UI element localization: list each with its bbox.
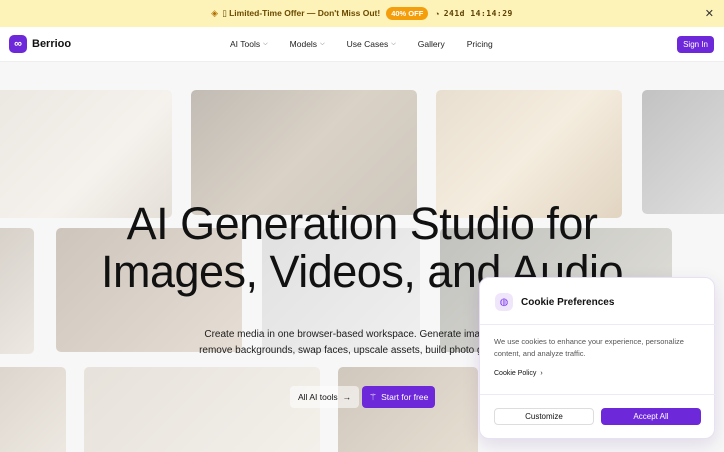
nav-item-gallery[interactable]: Gallery <box>418 39 445 49</box>
chevron-down-icon: ⌵ <box>320 40 325 47</box>
cookie-title: Cookie Preferences <box>521 297 615 308</box>
chevron-down-icon: ⌵ <box>391 40 396 47</box>
tag-icon: ◈ <box>211 8 219 18</box>
divider <box>480 324 716 325</box>
cookie-dialog: ◍ Cookie Preferences We use cookies to e… <box>479 277 716 439</box>
nav-item-label: AI Tools <box>230 39 261 49</box>
sign-in-button[interactable]: Sign In <box>677 36 714 53</box>
chevron-right-icon: › <box>538 370 543 377</box>
nav-menu: AI Tools ⌵ Models ⌵ Use Cases ⌵ Gallery … <box>230 39 515 49</box>
nav-item-label: Pricing <box>466 39 493 49</box>
arrow-right-icon: → <box>342 392 352 402</box>
nav-item-use-cases[interactable]: Use Cases ⌵ <box>347 39 396 49</box>
close-icon[interactable]: ✕ <box>705 7 714 20</box>
logo-text: Berrioo <box>32 38 72 50</box>
start-for-free-button[interactable]: ⚚ Start for free <box>362 386 436 408</box>
nav-item-label: Use Cases <box>346 39 389 49</box>
divider <box>480 394 716 395</box>
navbar: ∞ Berrioo AI Tools ⌵ Models ⌵ Use Cases … <box>0 27 724 62</box>
infinity-icon: ∞ <box>9 35 27 53</box>
magic-wand-icon: ⚚ <box>369 391 378 402</box>
clock-icon: ◔ <box>434 8 440 19</box>
cookie-description: We use cookies to enhance your experienc… <box>494 337 684 358</box>
button-label: All AI tools <box>298 392 338 402</box>
accept-all-button[interactable]: Accept All <box>601 408 701 425</box>
cookie-policy-link[interactable]: Cookie Policy › <box>494 370 543 377</box>
cookie-icon: ◍ <box>495 293 513 311</box>
link-label: Cookie Policy <box>494 370 537 377</box>
chevron-down-icon: ⌵ <box>263 40 268 47</box>
nav-item-ai-tools[interactable]: AI Tools ⌵ <box>230 39 268 49</box>
nav-item-pricing[interactable]: Pricing <box>467 39 493 49</box>
logo[interactable]: ∞ Berrioo <box>9 35 71 53</box>
discount-badge: 40% OFF <box>386 7 429 20</box>
all-ai-tools-button[interactable]: All AI tools → <box>290 386 360 408</box>
customize-button[interactable]: Customize <box>494 408 594 425</box>
nav-item-label: Models <box>289 39 318 49</box>
nav-item-models[interactable]: Models ⌵ <box>290 39 325 49</box>
countdown-timer: 241d 14:14:29 <box>443 9 513 18</box>
promo-banner: ◈ ▯ Limited-Time Offer — Don't Miss Out!… <box>0 0 724 27</box>
button-label: Start for free <box>381 392 429 402</box>
promo-text: ▯ Limited-Time Offer — Don't Miss Out! <box>222 8 381 18</box>
nav-item-label: Gallery <box>417 39 445 49</box>
headline-line: AI Generation Studio for <box>126 198 598 249</box>
